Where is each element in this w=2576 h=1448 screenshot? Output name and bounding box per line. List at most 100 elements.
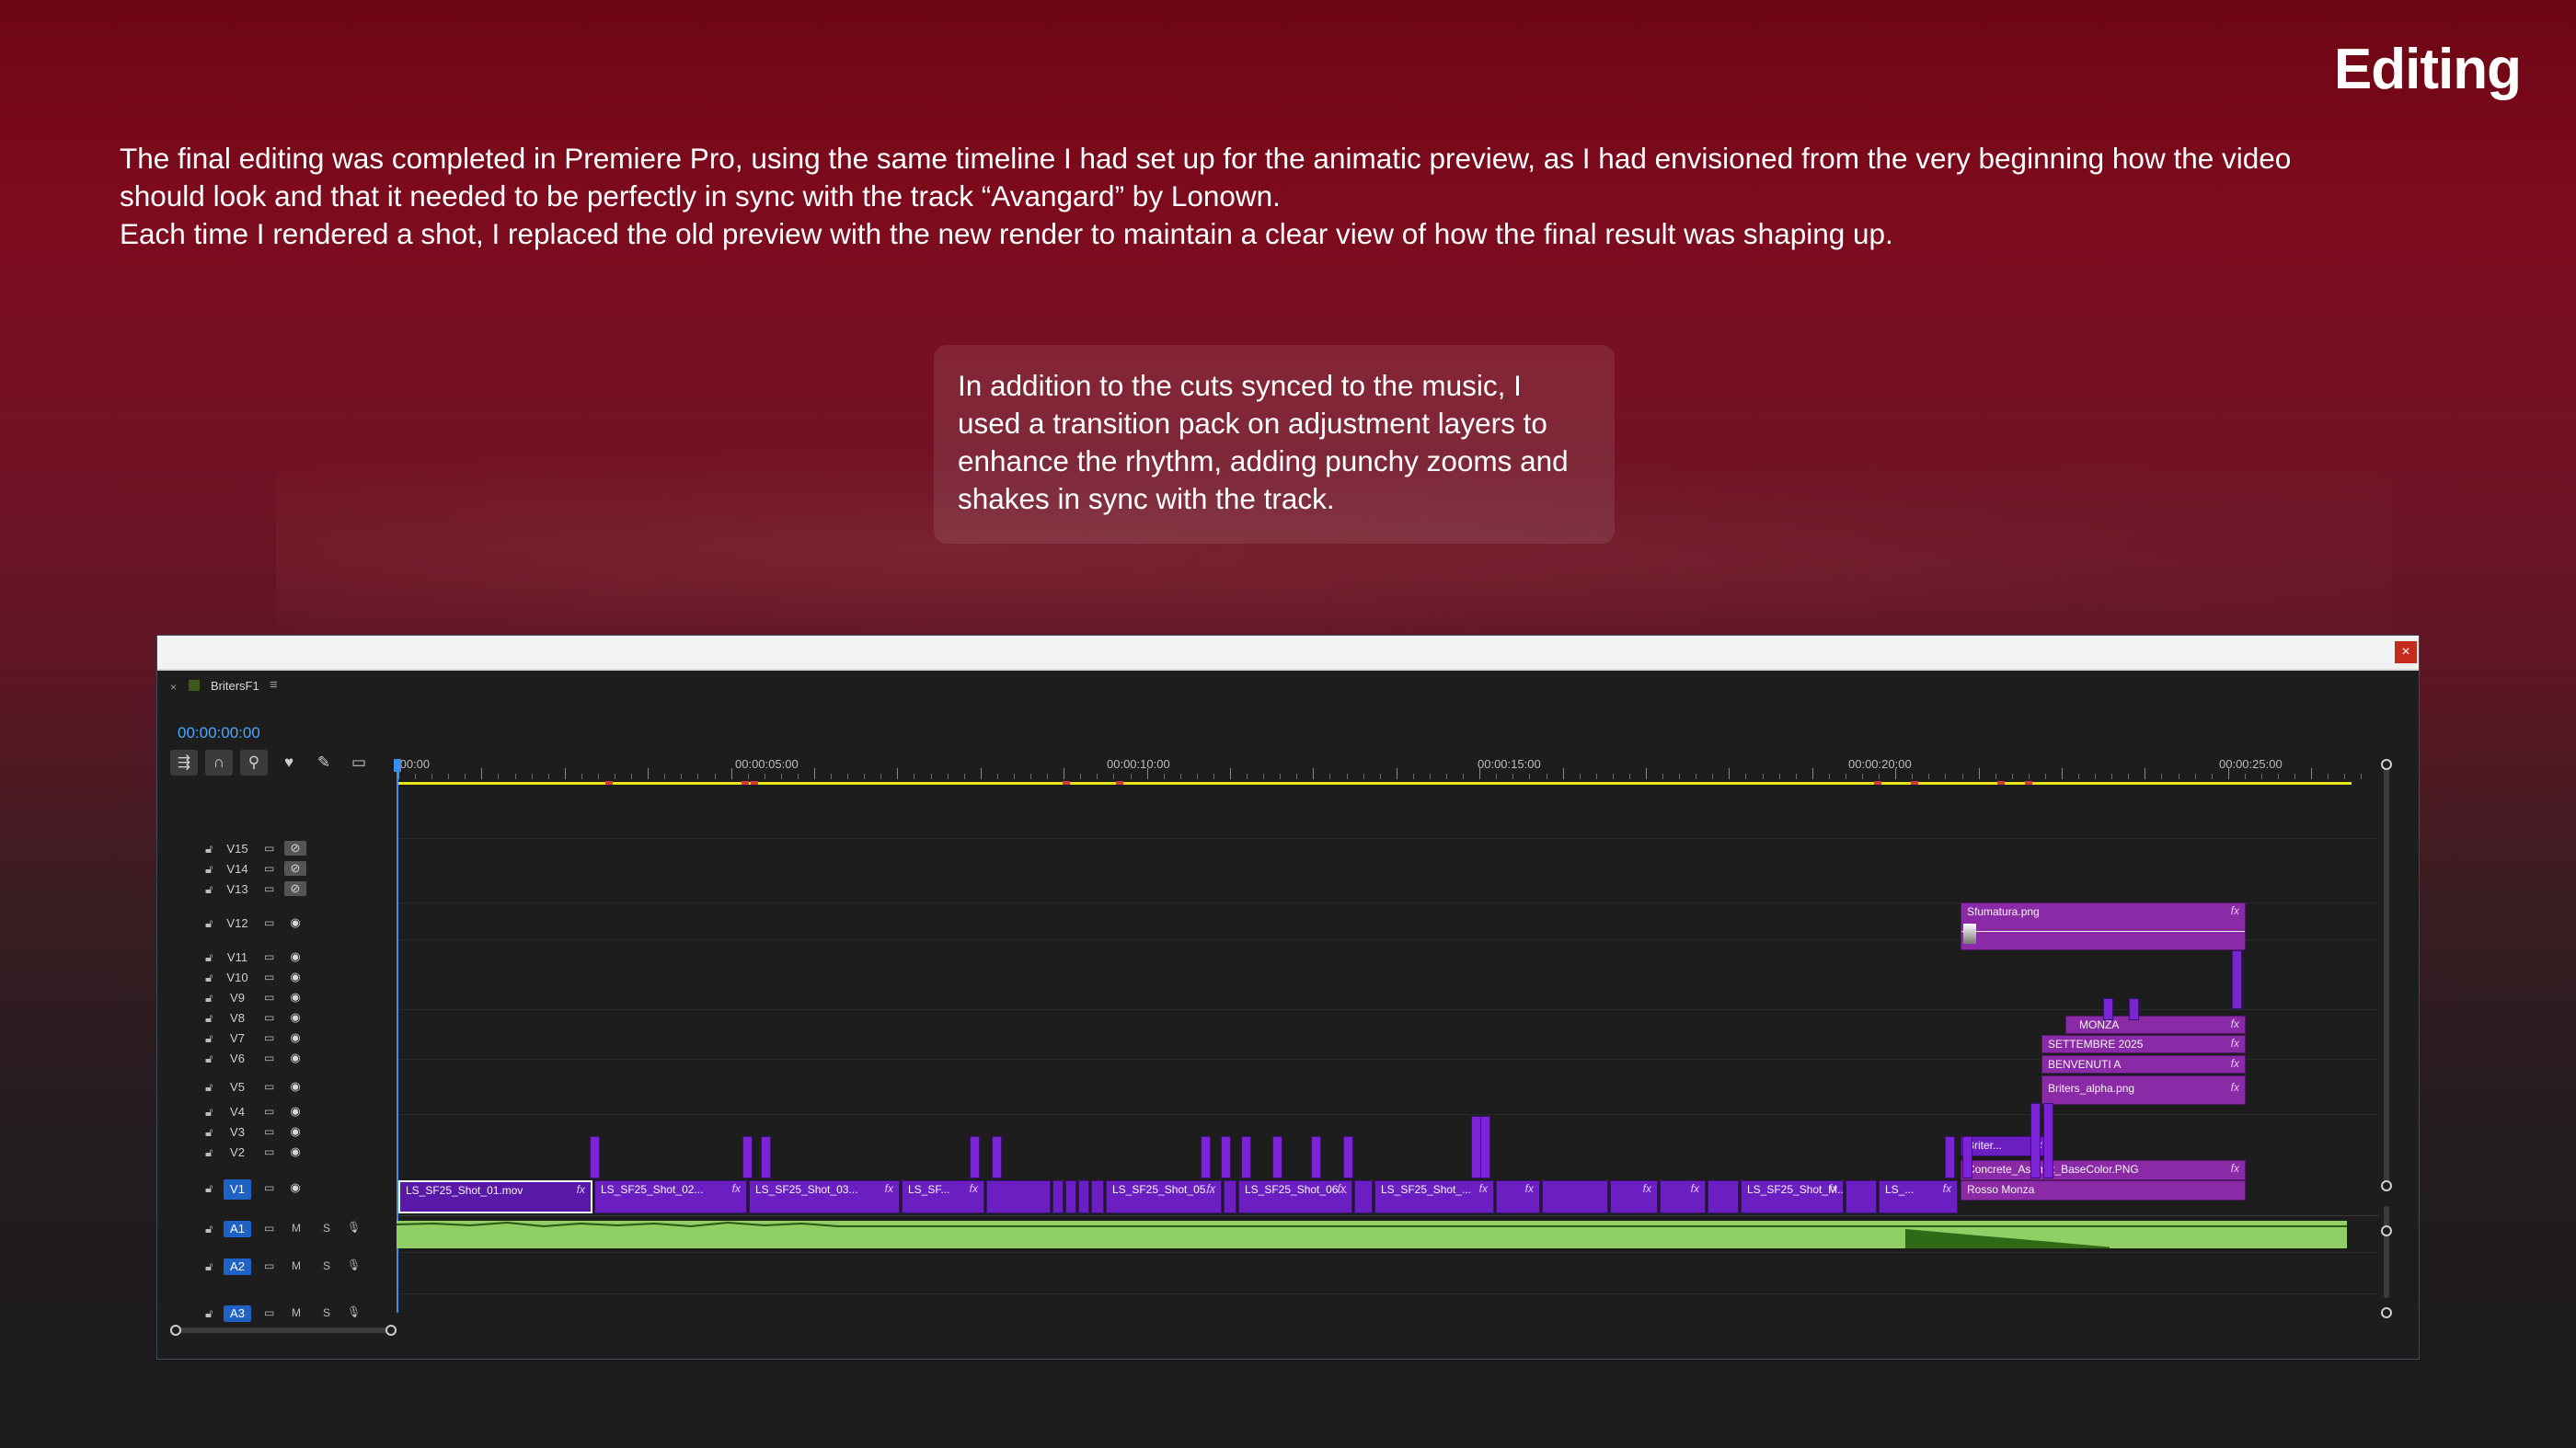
mute-button[interactable]: M — [292, 1222, 301, 1235]
eye-icon[interactable]: ◉ — [284, 1010, 306, 1025]
track-target-a1[interactable]: A1 — [224, 1221, 251, 1237]
eye-off-icon[interactable]: ⊘ — [284, 841, 306, 856]
solo-button[interactable]: S — [323, 1222, 330, 1235]
video-vertical-scrollbar[interactable] — [2384, 764, 2389, 1188]
track-name-v5[interactable]: V5 — [224, 1080, 251, 1094]
lock-icon[interactable]: 🔓︎ — [205, 1181, 213, 1196]
adjustment-layer-clip[interactable] — [590, 1136, 600, 1178]
graphic-clip[interactable]: Rosso Monza — [1961, 1180, 2246, 1201]
audio-vertical-scrollbar[interactable] — [2384, 1206, 2389, 1298]
tab-close-icon[interactable]: × — [170, 681, 177, 694]
sync-lock-icon[interactable]: ▭ — [264, 971, 274, 983]
sync-lock-icon[interactable]: ▭ — [264, 1105, 274, 1118]
eye-icon[interactable]: ◉ — [284, 1180, 306, 1195]
eye-icon[interactable]: ◉ — [284, 970, 306, 984]
lock-icon[interactable]: 🔓︎ — [205, 1125, 213, 1140]
marker[interactable] — [742, 781, 749, 785]
track-name-v6[interactable]: V6 — [224, 1052, 251, 1065]
mute-button[interactable]: M — [292, 1306, 301, 1319]
sync-lock-icon[interactable]: ▭ — [264, 1181, 274, 1194]
sync-lock-icon[interactable]: ▭ — [264, 1259, 274, 1272]
track-target-a3[interactable]: A3 — [224, 1305, 251, 1322]
v1-clip[interactable]: LS_... fx — [1879, 1180, 1958, 1213]
scrollbar-handle[interactable] — [2381, 1225, 2392, 1236]
sync-lock-icon[interactable]: ▭ — [264, 1306, 274, 1319]
lock-icon[interactable]: 🔓︎ — [205, 1145, 213, 1160]
v1-clip[interactable] — [1052, 1180, 1064, 1213]
adjustment-layer-clip[interactable] — [1311, 1136, 1321, 1178]
sync-lock-icon[interactable]: ▭ — [264, 991, 274, 1004]
v1-clip[interactable]: LS_SF25_Shot_... fx — [1374, 1180, 1494, 1213]
mute-button[interactable]: M — [292, 1259, 301, 1272]
sync-lock-icon[interactable]: ▭ — [264, 916, 274, 929]
v1-clip[interactable]: LS_SF25_Shot_02... fx — [594, 1180, 747, 1213]
lock-icon[interactable]: 🔓︎ — [205, 1222, 213, 1236]
graphic-clip[interactable]: Briters_alpha.png fx — [2041, 1075, 2246, 1105]
v1-clip[interactable] — [1078, 1180, 1089, 1213]
sync-lock-icon[interactable]: ▭ — [264, 1011, 274, 1024]
lock-icon[interactable]: 🔓︎ — [205, 1080, 213, 1095]
v1-clip[interactable]: LS_SF25_Shot_03... fx — [749, 1180, 900, 1213]
scrollbar-handle[interactable] — [2381, 759, 2392, 770]
microphone-icon[interactable]: 🎙︎ — [347, 1221, 361, 1234]
marker[interactable] — [1116, 781, 1123, 785]
lock-icon[interactable]: 🔓︎ — [205, 842, 213, 856]
eye-icon[interactable]: ◉ — [284, 1104, 306, 1119]
eye-icon[interactable]: ◉ — [284, 1051, 306, 1065]
graphic-clip[interactable]: Concrete_Asphalt_BaseColor.PNG fx — [1961, 1160, 2246, 1180]
track-name-v7[interactable]: V7 — [224, 1031, 251, 1045]
v1-clip[interactable]: fx — [1610, 1180, 1658, 1213]
v1-clip[interactable] — [986, 1180, 1051, 1213]
sync-lock-icon[interactable]: ▭ — [264, 1125, 274, 1138]
adjustment-layer-clip[interactable] — [2129, 998, 2139, 1020]
v1-clip[interactable]: LS_SF25_Shot_M... fx — [1741, 1180, 1844, 1213]
microphone-icon[interactable]: 🎙︎ — [347, 1305, 361, 1318]
linked-selection-icon[interactable]: ⚲ — [240, 750, 268, 776]
marker[interactable] — [605, 781, 613, 785]
lock-icon[interactable]: 🔓︎ — [205, 1031, 213, 1046]
adjustment-layer-clip[interactable] — [970, 1136, 980, 1178]
eye-icon[interactable]: ◉ — [284, 1079, 306, 1094]
sync-lock-icon[interactable]: ▭ — [264, 1222, 274, 1235]
eye-icon[interactable]: ◉ — [284, 1144, 306, 1159]
track-name-v15[interactable]: V15 — [224, 842, 251, 856]
solo-button[interactable]: S — [323, 1259, 330, 1272]
sync-lock-icon[interactable]: ▭ — [264, 1052, 274, 1064]
sync-lock-icon[interactable]: ▭ — [264, 950, 274, 963]
adjustment-layer-clip[interactable] — [2103, 998, 2113, 1020]
graphic-clip[interactable]: MONZA fx — [2065, 1016, 2246, 1034]
eye-icon[interactable]: ◉ — [284, 915, 306, 930]
lock-icon[interactable]: 🔓︎ — [205, 1306, 213, 1321]
window-close-button[interactable]: × — [2395, 641, 2417, 663]
marker[interactable] — [2025, 781, 2032, 785]
graphic-clip[interactable]: Sfumatura.png fx — [1961, 902, 2246, 950]
adjustment-layer-clip[interactable] — [1962, 1136, 1972, 1178]
tab-menu-icon[interactable]: ≡ — [270, 677, 278, 693]
v1-clip[interactable] — [1354, 1180, 1373, 1213]
adjustment-layer-clip[interactable] — [1241, 1136, 1251, 1178]
lock-icon[interactable]: 🔓︎ — [205, 1052, 213, 1066]
adjustment-layer-clip[interactable] — [2232, 950, 2242, 1009]
marker[interactable] — [1063, 781, 1070, 785]
track-name-v8[interactable]: V8 — [224, 1011, 251, 1025]
lock-icon[interactable]: 🔓︎ — [205, 991, 213, 1006]
time-ruler[interactable]: :00:00 00:00:05:00 00:00:10:00 00:00:15:… — [394, 748, 2379, 787]
snap-magnet-icon[interactable]: ∩ — [205, 750, 233, 776]
track-name-v3[interactable]: V3 — [224, 1125, 251, 1139]
eye-icon[interactable]: ◉ — [284, 1124, 306, 1139]
marker[interactable] — [751, 781, 758, 785]
v1-clip[interactable] — [1091, 1180, 1104, 1213]
marker[interactable] — [1911, 781, 1918, 785]
v1-clip[interactable] — [1846, 1180, 1877, 1213]
lock-icon[interactable]: 🔓︎ — [205, 882, 213, 897]
sync-lock-icon[interactable]: ▭ — [264, 842, 274, 855]
sync-lock-icon[interactable]: ▭ — [264, 882, 274, 895]
lock-icon[interactable]: 🔓︎ — [205, 1259, 213, 1274]
adjustment-layer-clip[interactable] — [1343, 1136, 1353, 1178]
add-marker-icon[interactable]: ♥ — [275, 750, 303, 776]
lock-icon[interactable]: 🔓︎ — [205, 916, 213, 931]
adjustment-layer-clip[interactable] — [2043, 1103, 2053, 1178]
captions-icon[interactable]: ▭ — [345, 750, 373, 776]
v1-clip[interactable] — [1224, 1180, 1236, 1213]
adjustment-layer-clip[interactable] — [761, 1136, 771, 1178]
